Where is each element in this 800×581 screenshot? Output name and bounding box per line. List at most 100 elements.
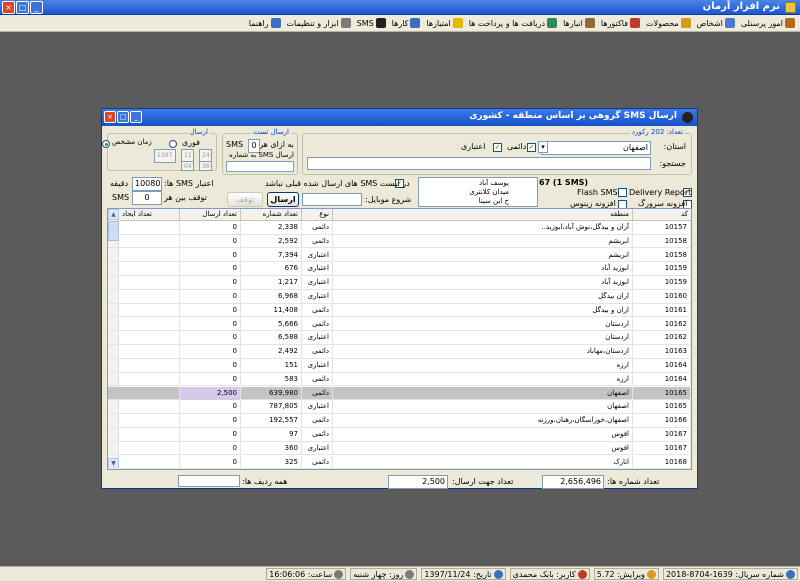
menu-item[interactable]: محصولات: [643, 18, 694, 28]
table-row[interactable]: 0 6,588 اعتباری اردستان 10162: [108, 331, 691, 345]
cell-send[interactable]: 0: [180, 248, 241, 262]
send-button[interactable]: ارسال: [267, 192, 299, 207]
help-icon: [270, 18, 281, 28]
cell-count: 192,557: [241, 414, 302, 428]
menu-item[interactable]: امتیازها: [423, 18, 465, 28]
menu-item-label: اشخاص: [696, 18, 723, 28]
cell-send[interactable]: 0: [180, 303, 241, 317]
cell-region: اردستان: [333, 317, 633, 331]
cell-count: 1,217: [241, 276, 302, 290]
table-row[interactable]: 0 2,492 دائمی اردستان،مهاباد 10163: [108, 345, 691, 359]
table-row[interactable]: 0 6,968 اعتباری اران بیدگل 10160: [108, 290, 691, 304]
message-preview[interactable]: یوسف آباد میدان کلانتری خ ابن سینا: [418, 177, 538, 207]
table-row[interactable]: 0 583 دائمی ارزه 10164: [108, 372, 691, 387]
invoices-icon: [630, 18, 641, 28]
instant-radio[interactable]: [102, 139, 110, 148]
close-button[interactable]: ×: [2, 1, 15, 14]
minimize-button[interactable]: _: [30, 1, 43, 14]
scheduled-radio[interactable]: [168, 139, 177, 148]
status-text: ویرایش: 5.72: [596, 569, 645, 579]
col-code[interactable]: کد: [633, 209, 691, 221]
cell-send[interactable]: 0: [180, 359, 241, 372]
cell-send[interactable]: 0: [180, 400, 241, 414]
cell-code: 10165: [633, 400, 691, 414]
menu-item[interactable]: فاکتورها: [598, 18, 643, 28]
menu-item[interactable]: امور پرسنلی: [738, 18, 798, 28]
dialog-close-button[interactable]: ×: [104, 111, 116, 123]
test-number-input[interactable]: [226, 161, 294, 172]
permanent-checkbox[interactable]: ✓: [527, 143, 536, 152]
menu-item[interactable]: کارها: [389, 18, 424, 28]
cell-code: 10162: [633, 317, 691, 331]
province-select[interactable]: اصفهان: [541, 141, 651, 155]
table-row[interactable]: 0 2,338 دائمی آران و بیدگل،نوش آباد،ابوزید.…: [108, 221, 691, 235]
cell-type: دائمی: [302, 234, 333, 248]
col-count[interactable]: تعداد شماره: [241, 209, 302, 221]
cell-code: 10159: [633, 276, 691, 290]
table-row[interactable]: 0 97 دائمی افوس 10167: [108, 428, 691, 442]
all-rows-input[interactable]: [178, 475, 240, 487]
cell-send[interactable]: 0: [180, 234, 241, 248]
chevron-down-icon[interactable]: ▾: [538, 141, 548, 153]
menu-item[interactable]: ابزار و تنظیمات: [284, 18, 354, 28]
col-created[interactable]: تعداد ایجاد: [119, 209, 180, 221]
cell-send[interactable]: 0: [180, 441, 241, 455]
cell-send[interactable]: 0: [180, 455, 241, 469]
cell-send[interactable]: 0: [180, 428, 241, 441]
menu-item[interactable]: راهنما: [246, 18, 284, 28]
menu-item[interactable]: اشخاص: [694, 18, 738, 28]
search-input[interactable]: [307, 157, 651, 170]
mobile-start-input[interactable]: [302, 193, 362, 206]
flash-sms-label: Flash SMS: [577, 188, 618, 197]
dialog-maximize-button[interactable]: □: [117, 111, 129, 123]
cell-created: [119, 221, 180, 234]
cell-send[interactable]: 0: [180, 414, 241, 428]
col-send[interactable]: تعداد ارسال: [180, 209, 241, 221]
table-row[interactable]: 0 151 اعتباری ارزه 10164: [108, 359, 691, 373]
flash-sms-checkbox[interactable]: [618, 188, 627, 197]
maximize-button[interactable]: □: [16, 1, 29, 14]
user-icon: [577, 569, 587, 579]
menu-item[interactable]: دریافت ها و پرداخت ها: [466, 18, 560, 28]
table-row[interactable]: 0 787,805 اعتباری اصفهان 10165: [108, 400, 691, 414]
table-row[interactable]: 0 360 اعتباری افوس 10167: [108, 441, 691, 456]
cell-send[interactable]: 0: [180, 345, 241, 359]
cell-created: [119, 386, 180, 400]
table-row[interactable]: 0 7,394 اعتباری ابریشم 10158: [108, 248, 691, 263]
regions-table[interactable]: ▲ ▼ تعداد ایجاد تعداد ارسال تعداد شماره …: [107, 208, 692, 470]
table-row[interactable]: 0 5,666 دائمی اردستان 10162: [108, 317, 691, 332]
cell-send[interactable]: 0: [180, 221, 241, 234]
cell-send[interactable]: 0: [180, 317, 241, 331]
cell-send[interactable]: 2,500: [180, 386, 241, 400]
table-row[interactable]: 0 676 اعتباری ابوزید آباد 10159: [108, 262, 691, 276]
cell-count: 2,592: [241, 234, 302, 248]
menu-item[interactable]: انبارها: [560, 18, 598, 28]
scheduled-label: زمان مشخص: [112, 138, 152, 146]
cell-send[interactable]: 0: [180, 290, 241, 303]
sms-count: 67 (1 SMS): [539, 178, 589, 187]
cell-created: [119, 414, 180, 428]
cell-region: ارزه: [333, 372, 633, 386]
message-line: خ ابن سینا: [478, 197, 509, 205]
cell-send[interactable]: 0: [180, 276, 241, 290]
scroll-up-icon[interactable]: ▲: [108, 209, 119, 220]
credit-checkbox[interactable]: ✓: [493, 143, 502, 152]
table-row[interactable]: 2,500 639,980 دائمی اصفهان 10165: [108, 386, 691, 401]
col-region[interactable]: منطقه: [333, 209, 633, 221]
cell-send[interactable]: 0: [180, 331, 241, 345]
cell-send[interactable]: 0: [180, 372, 241, 386]
table-row[interactable]: 0 11,408 دائمی اران و بیدگل 10161: [108, 303, 691, 318]
dialog-minimize-button[interactable]: _: [130, 111, 142, 123]
table-row[interactable]: 0 1,217 اعتباری ابوزید آباد 10159: [108, 276, 691, 290]
pause-input[interactable]: 0: [132, 191, 162, 205]
col-type[interactable]: نوع: [302, 209, 333, 221]
cell-type: دائمی: [302, 303, 333, 317]
table-row[interactable]: 0 192,557 دائمی اصفهان،خوراسگان،رهنان،ورزنه…: [108, 414, 691, 428]
status-text: روز: چهار شنبه: [353, 569, 404, 579]
status-text: کاربر: بابک محمدی: [512, 569, 576, 579]
cell-send[interactable]: 0: [180, 262, 241, 276]
table-row[interactable]: 0 325 دائمی انارک 10168: [108, 455, 691, 469]
table-row[interactable]: 0 2,592 دائمی ابریشم 10158: [108, 234, 691, 249]
menu-item[interactable]: SMS: [354, 18, 389, 28]
stop-button[interactable]: توقف: [227, 192, 263, 207]
